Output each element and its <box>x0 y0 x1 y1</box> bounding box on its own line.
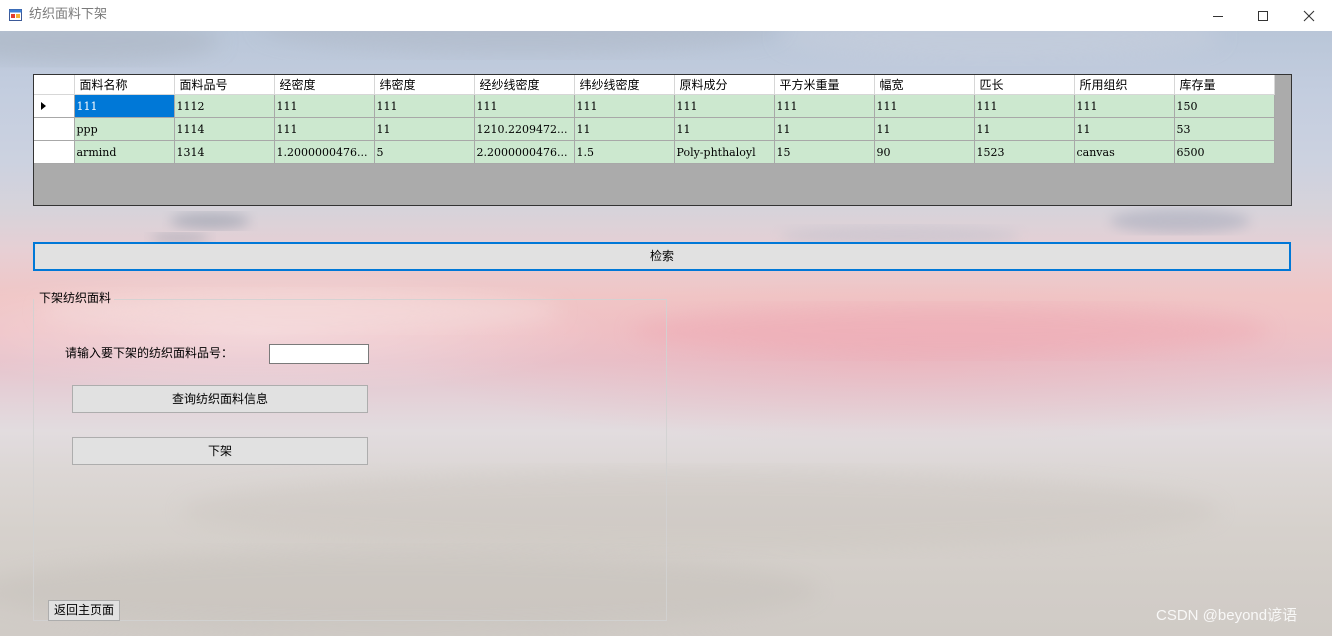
table-cell[interactable]: 111 <box>574 94 675 118</box>
table-cell[interactable]: 11 <box>774 117 875 141</box>
search-button[interactable]: 检索 <box>33 242 1291 271</box>
column-header[interactable]: 原料成分 <box>674 75 775 95</box>
maximize-button[interactable] <box>1240 0 1286 31</box>
table-cell[interactable]: 111 <box>874 94 975 118</box>
table-cell[interactable]: 1.2000000476... <box>274 140 375 164</box>
table-cell[interactable]: 1314 <box>174 140 275 164</box>
column-header[interactable]: 幅宽 <box>874 75 975 95</box>
watermark-text: CSDN @beyond谚语 <box>1156 607 1298 624</box>
table-cell[interactable]: 11 <box>674 117 775 141</box>
table-cell[interactable]: 1112 <box>174 94 275 118</box>
table-cell[interactable]: 111 <box>674 94 775 118</box>
table-cell[interactable]: 111 <box>274 94 375 118</box>
fabric-data-grid[interactable]: 面料名称 面料品号 经密度 纬密度 经纱线密度 纬纱线密度 原料成分 平方米重量… <box>33 74 1292 206</box>
row-header[interactable] <box>34 140 75 164</box>
return-home-button[interactable]: 返回主页面 <box>48 600 120 621</box>
column-header[interactable]: 经密度 <box>274 75 375 95</box>
table-cell[interactable]: 111 <box>274 117 375 141</box>
header-row: 面料名称 面料品号 经密度 纬密度 经纱线密度 纬纱线密度 原料成分 平方米重量… <box>34 75 1275 95</box>
column-header[interactable]: 所用组织 <box>1074 75 1175 95</box>
table-cell[interactable]: armind <box>74 140 175 164</box>
table-cell[interactable]: 11 <box>974 117 1075 141</box>
column-header[interactable]: 面料名称 <box>74 75 175 95</box>
row-header[interactable] <box>34 94 75 118</box>
table-row[interactable]: armind 1314 1.2000000476... 5 2.20000004… <box>34 140 1275 164</box>
column-header[interactable]: 平方米重量 <box>774 75 875 95</box>
table-cell[interactable]: 1210.2209472... <box>474 117 575 141</box>
column-header[interactable]: 纬纱线密度 <box>574 75 675 95</box>
offshelf-button[interactable]: 下架 <box>72 437 368 465</box>
row-header[interactable] <box>34 117 75 141</box>
groupbox-title: 下架纺织面料 <box>39 291 112 305</box>
table-cell[interactable]: 15 <box>774 140 875 164</box>
fabric-code-input[interactable] <box>269 344 369 364</box>
app-form-icon <box>9 9 22 21</box>
table-cell[interactable]: 111 <box>74 94 175 118</box>
table-cell[interactable]: 11 <box>874 117 975 141</box>
grid-corner-header[interactable] <box>34 75 75 95</box>
query-fabric-button[interactable]: 查询纺织面料信息 <box>72 385 368 413</box>
table-cell[interactable]: 6500 <box>1174 140 1275 164</box>
table-cell[interactable]: 90 <box>874 140 975 164</box>
table-cell[interactable]: ppp <box>74 117 175 141</box>
column-header[interactable]: 库存量 <box>1174 75 1275 95</box>
close-button[interactable] <box>1286 0 1332 31</box>
table-cell[interactable]: 111 <box>1074 94 1175 118</box>
table-cell[interactable]: canvas <box>1074 140 1175 164</box>
table-cell[interactable]: 11 <box>574 117 675 141</box>
minimize-icon <box>1213 15 1223 17</box>
table-cell[interactable]: 11 <box>1074 117 1175 141</box>
table-cell[interactable]: 1.5 <box>574 140 675 164</box>
column-header[interactable]: 纬密度 <box>374 75 475 95</box>
app-window: 纺织面料下架 面料名称 面料品号 经密度 纬密度 经纱线密度 纬纱线密度 原料成… <box>0 0 1332 636</box>
table-cell[interactable]: 53 <box>1174 117 1275 141</box>
column-header[interactable]: 经纱线密度 <box>474 75 575 95</box>
table-row[interactable]: ppp 1114 111 11 1210.2209472... 11 11 11… <box>34 117 1275 141</box>
data-table: 面料名称 面料品号 经密度 纬密度 经纱线密度 纬纱线密度 原料成分 平方米重量… <box>34 75 1275 164</box>
table-cell[interactable]: 111 <box>774 94 875 118</box>
table-cell[interactable]: 111 <box>374 94 475 118</box>
table-cell[interactable]: 11 <box>374 117 475 141</box>
fabric-code-label: 请输入要下架的纺织面料品号： <box>65 346 234 360</box>
table-cell[interactable]: Poly-phthaloyl <box>674 140 775 164</box>
table-cell[interactable]: 5 <box>374 140 475 164</box>
table-cell[interactable]: 111 <box>974 94 1075 118</box>
form-client-area: 面料名称 面料品号 经密度 纬密度 经纱线密度 纬纱线密度 原料成分 平方米重量… <box>0 31 1332 636</box>
table-cell[interactable]: 2.2000000476... <box>474 140 575 164</box>
window-title: 纺织面料下架 <box>29 7 108 22</box>
minimize-button[interactable] <box>1195 0 1241 31</box>
table-row[interactable]: 111 1112 111 111 111 111 111 111 111 111… <box>34 94 1275 118</box>
column-header[interactable]: 面料品号 <box>174 75 275 95</box>
title-bar[interactable]: 纺织面料下架 <box>0 0 1332 32</box>
current-row-icon <box>41 102 46 110</box>
table-cell[interactable]: 111 <box>474 94 575 118</box>
close-icon <box>1303 10 1315 21</box>
table-cell[interactable]: 150 <box>1174 94 1275 118</box>
maximize-icon <box>1258 10 1268 21</box>
table-cell[interactable]: 1523 <box>974 140 1075 164</box>
column-header[interactable]: 匹长 <box>974 75 1075 95</box>
table-cell[interactable]: 1114 <box>174 117 275 141</box>
